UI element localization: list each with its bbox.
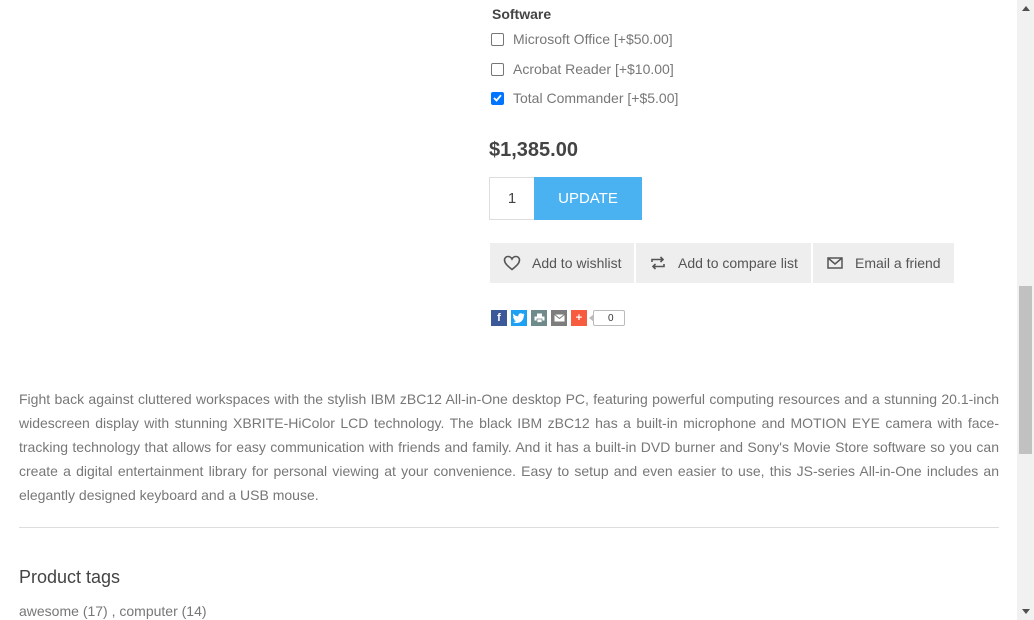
compare-arrows-icon [649,254,667,272]
option-total-commander[interactable]: Total Commander [+$5.00] [491,90,678,106]
option-microsoft-office[interactable]: Microsoft Office [+$50.00] [491,31,673,47]
facebook-share-icon[interactable]: f [491,310,507,326]
tag-label: awesome [19,603,79,619]
share-toolbar: f + 0 [491,310,625,326]
email-share-icon[interactable] [551,310,567,326]
option-label: Total Commander [+$5.00] [513,90,679,106]
print-icon[interactable] [531,310,547,326]
heart-icon [503,254,521,272]
product-price: $1,385.00 [489,139,578,161]
update-button[interactable]: UPDATE [534,177,642,220]
wishlist-label: Add to wishlist [532,255,622,271]
product-tags-list: awesome (17) , computer (14) [19,603,207,619]
tag-count: (14) [181,603,207,619]
tag-separator: , [107,603,120,619]
scroll-down-arrow-icon[interactable] [1017,603,1034,620]
envelope-icon [826,254,844,272]
add-to-compare-button[interactable]: Add to compare list [636,243,811,283]
option-label: Acrobat Reader [+$10.00] [513,61,674,77]
tag-count: (17) [82,603,108,619]
software-attribute-title: Software [492,6,552,22]
twitter-share-icon[interactable] [511,310,527,326]
check-icon [493,94,502,102]
section-divider [19,527,999,528]
compare-label: Add to compare list [678,255,798,271]
plus-share-icon[interactable]: + [571,310,587,326]
scroll-up-arrow-icon[interactable] [1017,0,1034,17]
email-label: Email a friend [855,255,941,271]
checkbox-microsoft-office[interactable] [491,32,504,46]
vertical-scrollbar[interactable] [1017,0,1034,620]
tag-link-computer[interactable]: computer (14) [119,603,206,619]
tag-label: computer [119,603,178,619]
checkbox-acrobat-reader[interactable] [491,62,504,76]
share-count: 0 [589,310,625,326]
tag-link-awesome[interactable]: awesome (17) [19,603,108,619]
scrollbar-thumb[interactable] [1019,286,1032,454]
option-acrobat-reader[interactable]: Acrobat Reader [+$10.00] [491,61,674,77]
product-description: Fight back against cluttered workspaces … [19,391,999,503]
quantity-input[interactable]: 1 [489,177,535,220]
add-to-wishlist-button[interactable]: Add to wishlist [490,243,634,283]
product-tags-title: Product tags [19,567,121,587]
option-label: Microsoft Office [+$50.00] [513,31,673,47]
email-a-friend-button[interactable]: Email a friend [813,243,954,283]
checkbox-total-commander[interactable] [491,91,504,105]
